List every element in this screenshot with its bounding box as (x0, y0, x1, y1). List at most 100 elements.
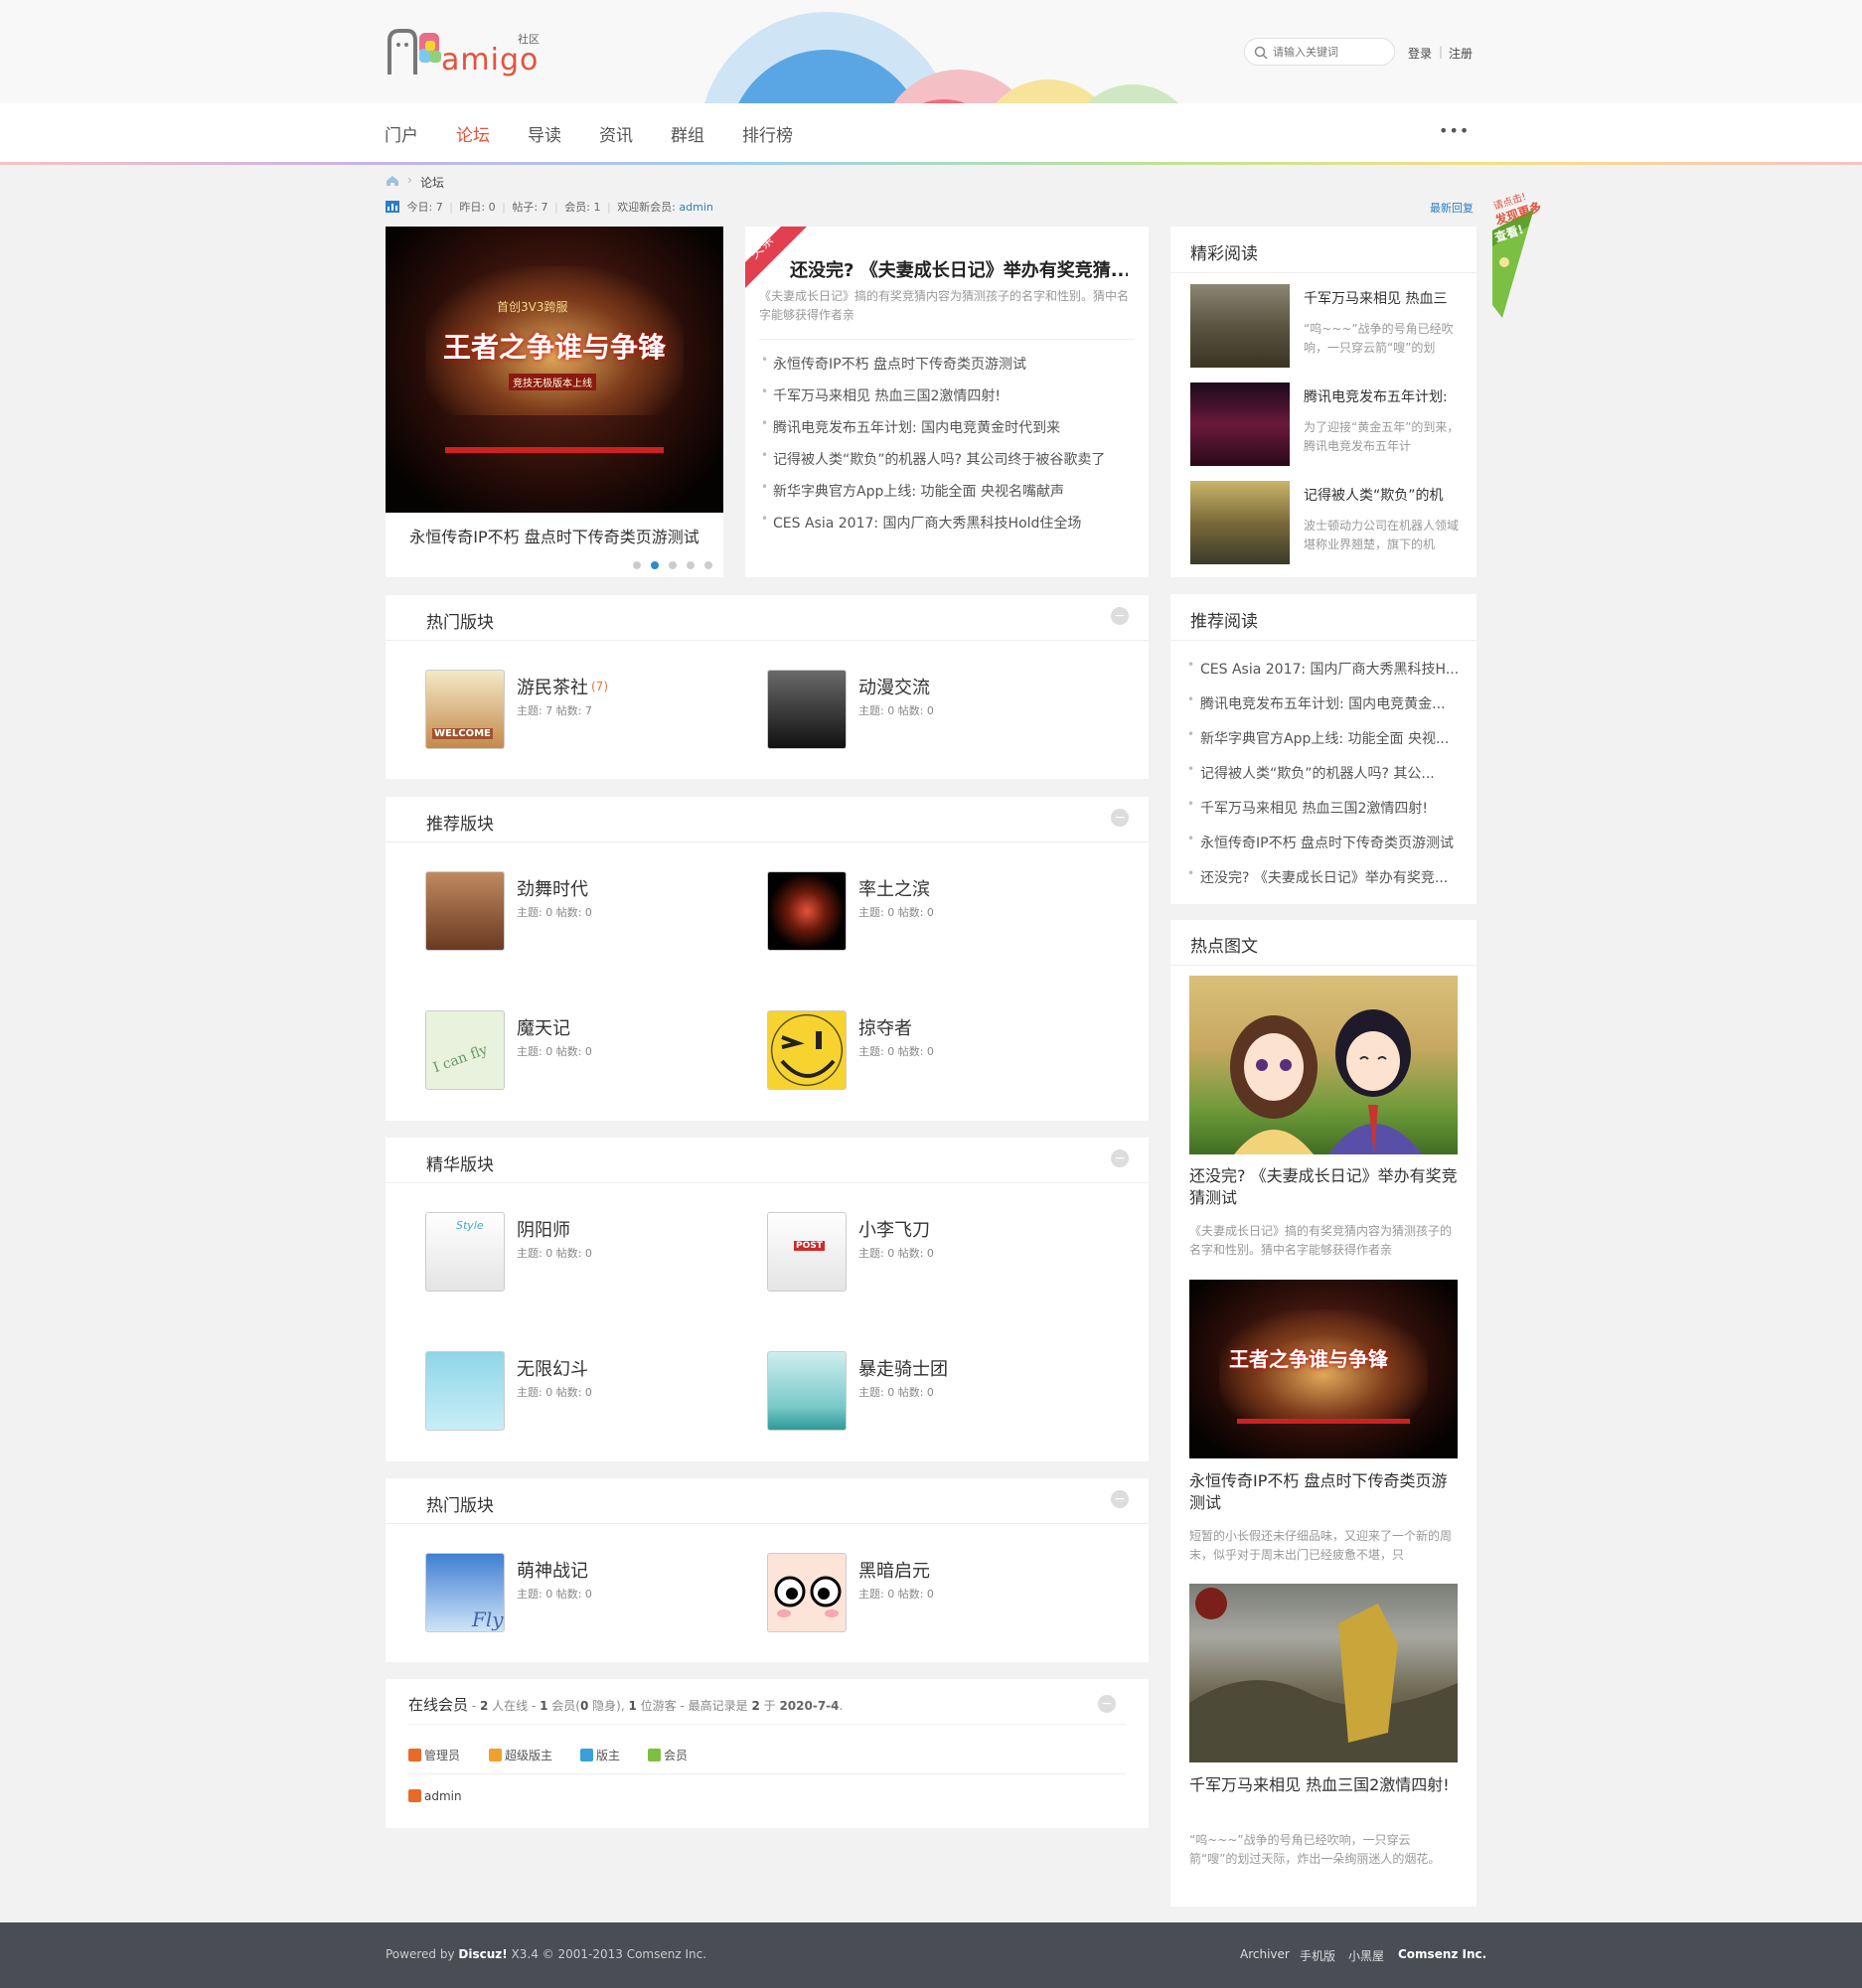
forum-name-link[interactable]: 魔天记 (517, 1014, 570, 1040)
section-collapse-button[interactable]: − (1111, 607, 1129, 625)
nav-item-groups[interactable]: 群组 (671, 121, 704, 146)
slider-dot-active[interactable] (651, 561, 659, 569)
recommended-item[interactable]: 千军万马来相见 热血三国2激情四射! (1200, 798, 1461, 818)
forum-icon[interactable] (767, 1553, 847, 1632)
headline-title[interactable]: 还没完? 《夫妻成长日记》举办有奖竞猜... (790, 256, 1128, 282)
nav-item-portal[interactable]: 门户 (385, 121, 418, 146)
headline-list-item[interactable]: 腾讯电竞发布五年计划: 国内电竞黄金时代到来 (773, 417, 1136, 437)
featured-item-title[interactable]: 腾讯电竞发布五年计划: (1304, 386, 1463, 406)
footer-link-blackroom[interactable]: 小黑屋 (1348, 1947, 1384, 1964)
online-collapse-button[interactable]: − (1098, 1695, 1116, 1713)
footer-link-archiver[interactable]: Archiver (1240, 1947, 1290, 1961)
online-member-admin[interactable]: admin (408, 1789, 462, 1803)
stat-welcome: 欢迎新会员: (617, 201, 676, 214)
recommended-item[interactable]: 新华字典官方App上线: 功能全面 央视... (1200, 728, 1461, 748)
headline-list-item[interactable]: 千军万马来相见 热血三国2激情四射! (773, 385, 1136, 405)
forum-name-link[interactable]: 黑暗启元 (858, 1557, 930, 1583)
slider-dot[interactable] (687, 561, 695, 569)
stat-posts: 帖子: 7 (512, 201, 548, 214)
section-collapse-button[interactable]: − (1111, 1149, 1129, 1167)
online-legend-item: 版主 (580, 1747, 620, 1763)
forum-name-link[interactable]: 小李飞刀 (858, 1216, 930, 1242)
slider-dot[interactable] (633, 561, 641, 569)
forum-icon[interactable] (767, 871, 847, 951)
forum-icon[interactable] (425, 1351, 505, 1431)
forum-name-link[interactable]: 掠夺者 (858, 1014, 912, 1040)
forum-icon[interactable]: Style (425, 1212, 505, 1292)
site-logo[interactable]: amigo 社区 (386, 25, 544, 80)
register-link[interactable]: 注册 (1449, 45, 1473, 62)
forum-name-link[interactable]: 暴走骑士团 (858, 1355, 948, 1381)
user-group-icon (408, 1749, 421, 1761)
headline-list-item[interactable]: 记得被人类“欺负”的机器人吗? 其公司终于被谷歌卖了 (773, 449, 1136, 469)
forum-icon[interactable] (767, 1010, 847, 1090)
forum-icon[interactable]: I can fly (425, 1010, 505, 1090)
headline-list-item[interactable]: 新华字典官方App上线: 功能全面 央视名嘴献声 (773, 481, 1136, 501)
forum-name-link[interactable]: 动漫交流 (858, 674, 930, 699)
nav-more-button[interactable]: ••• (1439, 121, 1470, 140)
hotpic-title[interactable]: 永恒传奇IP不朽 盘点时下传奇类页游测试 (1189, 1470, 1458, 1514)
footer-company-link[interactable]: Comsenz Inc. (1398, 1947, 1486, 1961)
forum-name-link[interactable]: 劲舞时代 (517, 875, 588, 901)
featured-thumb[interactable] (1190, 481, 1290, 564)
latest-reply-link[interactable]: 最新回复 (1430, 200, 1474, 216)
hotpic-image-game[interactable]: 王者之争谁与争锋 (1189, 1280, 1458, 1458)
forum-icon[interactable]: Fly (425, 1553, 505, 1632)
forum-name-link[interactable]: 率土之滨 (858, 875, 930, 901)
hotpic-desc: “呜~~~”战争的号角已经吹响，一只穿云箭“嗖”的划过天际，炸出一朵绚丽迷人的烟… (1189, 1833, 1441, 1866)
footer-copyright: © 2001-2013 Comsenz Inc. (538, 1947, 707, 1961)
recommended-item[interactable]: 腾讯电竞发布五年计划: 国内电竞黄金... (1200, 693, 1461, 713)
footer-link-mobile[interactable]: 手机版 (1300, 1947, 1335, 1964)
featured-item-title[interactable]: 记得被人类“欺负”的机 (1304, 485, 1463, 505)
breadcrumb-current[interactable]: 论坛 (420, 174, 444, 191)
nav-item-forum[interactable]: 论坛 (456, 121, 490, 146)
slider-caption[interactable]: 永恒传奇IP不朽 盘点时下传奇类页游测试 (386, 524, 723, 547)
headline-list-item[interactable]: 永恒传奇IP不朽 盘点时下传奇类页游测试 (773, 354, 1136, 374)
forum-icon[interactable] (767, 1351, 847, 1431)
hotpic-title[interactable]: 还没完? 《夫妻成长日记》举办有奖竞猜测试 (1189, 1165, 1458, 1209)
stat-separator: | (554, 201, 558, 214)
search-input[interactable] (1273, 43, 1387, 61)
recommended-item[interactable]: 还没完? 《夫妻成长日记》举办有奖竞... (1200, 867, 1461, 887)
slider-dot[interactable] (669, 561, 677, 569)
slider-dot[interactable] (704, 561, 712, 569)
recommended-item[interactable]: CES Asia 2017: 国内厂商大秀黑科技H... (1200, 659, 1461, 679)
hotpic-image-war[interactable] (1189, 1584, 1458, 1762)
featured-item-title[interactable]: 千军万马来相见 热血三 (1304, 288, 1463, 308)
recommended-divider (1170, 640, 1476, 641)
nav-item-news[interactable]: 资讯 (599, 121, 633, 146)
featured-thumb[interactable] (1190, 284, 1290, 368)
section-collapse-button[interactable]: − (1111, 809, 1129, 827)
forum-name-link[interactable]: 游民茶社 (517, 674, 588, 699)
hotpics-title: 热点图文 (1190, 937, 1258, 957)
hotpic-image-anime[interactable] (1189, 976, 1458, 1154)
section-collapse-button[interactable]: − (1111, 1490, 1129, 1508)
recommended-item[interactable]: 记得被人类“欺负”的机器人吗? 其公... (1200, 763, 1461, 783)
headline-list-item[interactable]: CES Asia 2017: 国内厂商大秀黑科技Hold住全场 (773, 513, 1136, 533)
footer-brand-link[interactable]: Discuz! (458, 1947, 507, 1961)
forum-icon[interactable] (767, 670, 847, 749)
headline-summary: 《夫妻成长日记》搞的有奖竞猜内容为猜测孩子的名字和性别。猜中名字能够获得作者亲 (759, 289, 1130, 322)
featured-thumb[interactable] (1190, 382, 1290, 466)
slider-image[interactable]: 首创3V3跨服 王者之争谁与争锋 竞技无极版本上线 (386, 227, 723, 513)
logo-subtext: 社区 (518, 33, 540, 46)
nav-item-guide[interactable]: 导读 (528, 121, 561, 146)
stat-yesterday: 昨日: 0 (459, 201, 496, 214)
hotpic-title[interactable]: 千军万马来相见 热血三国2激情四射! (1189, 1774, 1458, 1796)
home-icon[interactable] (386, 175, 399, 187)
forum-icon[interactable]: WELCOME (425, 670, 505, 749)
forum-name-link[interactable]: 萌神战记 (517, 1557, 588, 1583)
online-summary: 在线会员 - 2 人在线 - 1 会员(0 隐身), 1 位游客 - 最高记录是… (408, 1694, 843, 1715)
new-member-link[interactable]: admin (679, 201, 712, 214)
forum-section-title: 热门版块 (426, 1496, 494, 1516)
forum-icon[interactable]: POST (767, 1212, 847, 1292)
discover-more-badge[interactable]: 请点击! 发现更多 查看! (1490, 191, 1552, 320)
nav-item-ranking[interactable]: 排行榜 (742, 121, 793, 146)
search-icon[interactable] (1254, 46, 1268, 60)
recommended-item[interactable]: 永恒传奇IP不朽 盘点时下传奇类页游测试 (1200, 833, 1461, 852)
forum-name-link[interactable]: 阴阳师 (517, 1216, 570, 1242)
forum-name-link[interactable]: 无限幻斗 (517, 1355, 588, 1381)
forum-icon[interactable] (425, 871, 505, 951)
featured-item-desc: “呜~~~”战争的号角已经吹响，一只穿云箭“嗖”的划 (1304, 322, 1454, 355)
login-link[interactable]: 登录 (1408, 45, 1432, 62)
